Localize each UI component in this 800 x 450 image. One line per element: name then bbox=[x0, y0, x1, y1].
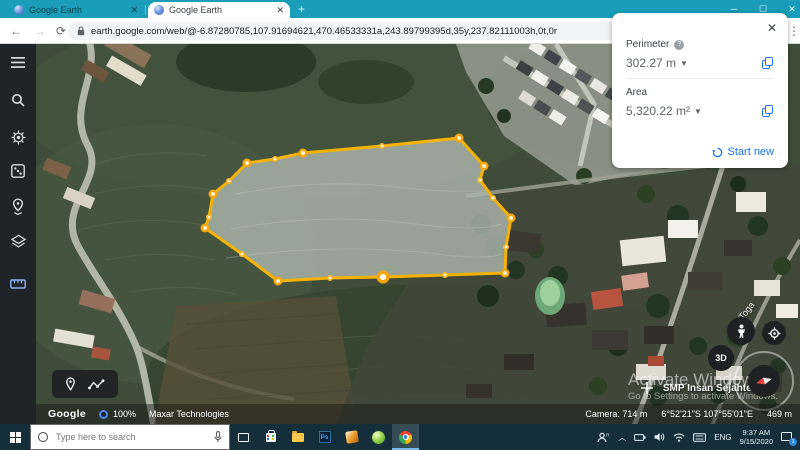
cortana-icon bbox=[38, 432, 48, 442]
tab-title: Google Earth bbox=[29, 5, 83, 15]
earth-favicon bbox=[14, 5, 24, 15]
volume-icon[interactable] bbox=[654, 432, 665, 442]
new-tab-button[interactable]: + bbox=[298, 2, 305, 16]
map-style-layers-icon[interactable] bbox=[0, 229, 36, 253]
my-location-button[interactable] bbox=[762, 321, 786, 345]
screen: Google Earth ✕ Google Earth ✕ + ─ ☐ ✕ ← … bbox=[0, 0, 800, 450]
compass-button[interactable] bbox=[748, 365, 780, 397]
area-label: Area bbox=[626, 87, 648, 98]
windows-taskbar: Ps R ︿ bbox=[0, 424, 800, 450]
action-center-button[interactable]: 1 bbox=[781, 431, 797, 446]
unit-dropdown-icon[interactable]: ▼ bbox=[680, 59, 688, 68]
refresh-icon[interactable]: ⟳ bbox=[56, 24, 66, 38]
area-value: 5,320.22 m² bbox=[626, 104, 691, 118]
hidden-icons-chevron[interactable]: ︿ bbox=[618, 432, 626, 443]
earth-sidebar bbox=[0, 44, 36, 424]
taskbar-clock[interactable]: 9:37 AM 9/15/2020 bbox=[740, 428, 773, 447]
task-view-button[interactable] bbox=[230, 424, 257, 450]
perimeter-label: Perimeter bbox=[626, 39, 670, 50]
notification-badge: 1 bbox=[789, 437, 797, 446]
map-status-bar: Google 100% Maxar Technologies Camera: 7… bbox=[36, 404, 800, 424]
search-icon[interactable] bbox=[0, 88, 36, 112]
tab-close-icon[interactable]: ✕ bbox=[130, 5, 138, 16]
brush-app-button[interactable] bbox=[338, 424, 365, 450]
earth-favicon bbox=[154, 5, 164, 15]
help-icon[interactable]: ? bbox=[674, 39, 685, 50]
restart-icon bbox=[711, 147, 722, 157]
tab-google-earth-1[interactable]: Google Earth ✕ bbox=[8, 2, 146, 18]
draw-path-icon[interactable] bbox=[88, 378, 105, 390]
3d-toggle-button[interactable]: 3D bbox=[708, 345, 734, 371]
touch-keyboard-icon[interactable] bbox=[693, 432, 707, 442]
photoshop-button[interactable]: Ps bbox=[311, 424, 338, 450]
forward-icon[interactable]: → bbox=[34, 24, 46, 38]
start-new-button[interactable]: Start new bbox=[711, 146, 774, 158]
tray-date: 9/15/2020 bbox=[739, 437, 773, 446]
imagery-provider: Maxar Technologies bbox=[149, 409, 229, 419]
unit-dropdown-icon[interactable]: ▼ bbox=[694, 107, 702, 116]
pegman-button[interactable] bbox=[727, 317, 755, 345]
browser-menu-icon[interactable]: ⋮ bbox=[788, 24, 800, 38]
tab-close-icon[interactable]: ✕ bbox=[276, 5, 284, 16]
draw-tools-pill bbox=[52, 370, 118, 398]
start-new-label: Start new bbox=[727, 146, 774, 158]
tab-google-earth-2[interactable]: Google Earth ✕ bbox=[148, 2, 290, 18]
placemarks-pin-icon[interactable] bbox=[0, 194, 36, 218]
ground-elevation: 469 m bbox=[766, 409, 792, 419]
microsoft-store-button[interactable] bbox=[257, 424, 284, 450]
add-placemark-icon[interactable] bbox=[65, 377, 76, 391]
taskbar-search[interactable] bbox=[30, 424, 230, 450]
svg-text:R: R bbox=[606, 432, 610, 437]
selected-vertex[interactable] bbox=[376, 270, 390, 284]
people-icon[interactable]: R bbox=[597, 432, 610, 443]
measure-ruler-icon[interactable] bbox=[0, 272, 36, 296]
start-button[interactable] bbox=[0, 424, 30, 450]
green-globe-app-button[interactable] bbox=[365, 424, 392, 450]
tab-title: Google Earth bbox=[169, 5, 223, 15]
cursor-coordinates: 6°52'21"S 107°55'01"E bbox=[661, 409, 753, 419]
imagery-percent: 100% bbox=[112, 409, 136, 419]
target-icon bbox=[767, 326, 781, 340]
file-explorer-button[interactable] bbox=[284, 424, 311, 450]
battery-icon[interactable] bbox=[634, 433, 646, 442]
menu-icon[interactable] bbox=[0, 50, 36, 74]
url-text: earth.google.com/web/@-6.87280785,107.91… bbox=[91, 25, 558, 37]
windows-logo-icon bbox=[9, 431, 21, 443]
wifi-icon[interactable] bbox=[673, 433, 685, 442]
chrome-button[interactable] bbox=[392, 424, 419, 450]
back-icon[interactable]: ← bbox=[10, 24, 22, 38]
feeling-lucky-dice-icon[interactable] bbox=[0, 159, 36, 183]
perimeter-value: 302.27 m bbox=[626, 56, 677, 70]
copy-area-icon[interactable] bbox=[762, 104, 774, 118]
search-input[interactable] bbox=[54, 431, 208, 443]
compass-needle-icon bbox=[756, 377, 772, 385]
measurement-panel: ✕ Perimeter ? 302.27 m ▼ Area 5,320.22 m… bbox=[612, 13, 788, 168]
lock-icon bbox=[77, 26, 85, 36]
voyager-icon[interactable] bbox=[0, 125, 36, 149]
3d-label: 3D bbox=[715, 353, 727, 363]
camera-altitude: Camera: 714 m bbox=[585, 409, 648, 419]
microphone-icon[interactable] bbox=[214, 431, 222, 443]
copy-perimeter-icon[interactable] bbox=[762, 56, 774, 70]
language-indicator[interactable]: ENG bbox=[714, 433, 731, 442]
imagery-ring-icon bbox=[98, 409, 108, 419]
tray-time: 9:37 AM bbox=[742, 427, 771, 437]
system-tray: R ︿ ENG 9:37 AM 9/15/2020 1 bbox=[597, 424, 800, 450]
google-logo: Google bbox=[48, 408, 86, 420]
close-icon[interactable]: ✕ bbox=[767, 21, 777, 35]
pegman-icon bbox=[737, 324, 745, 338]
